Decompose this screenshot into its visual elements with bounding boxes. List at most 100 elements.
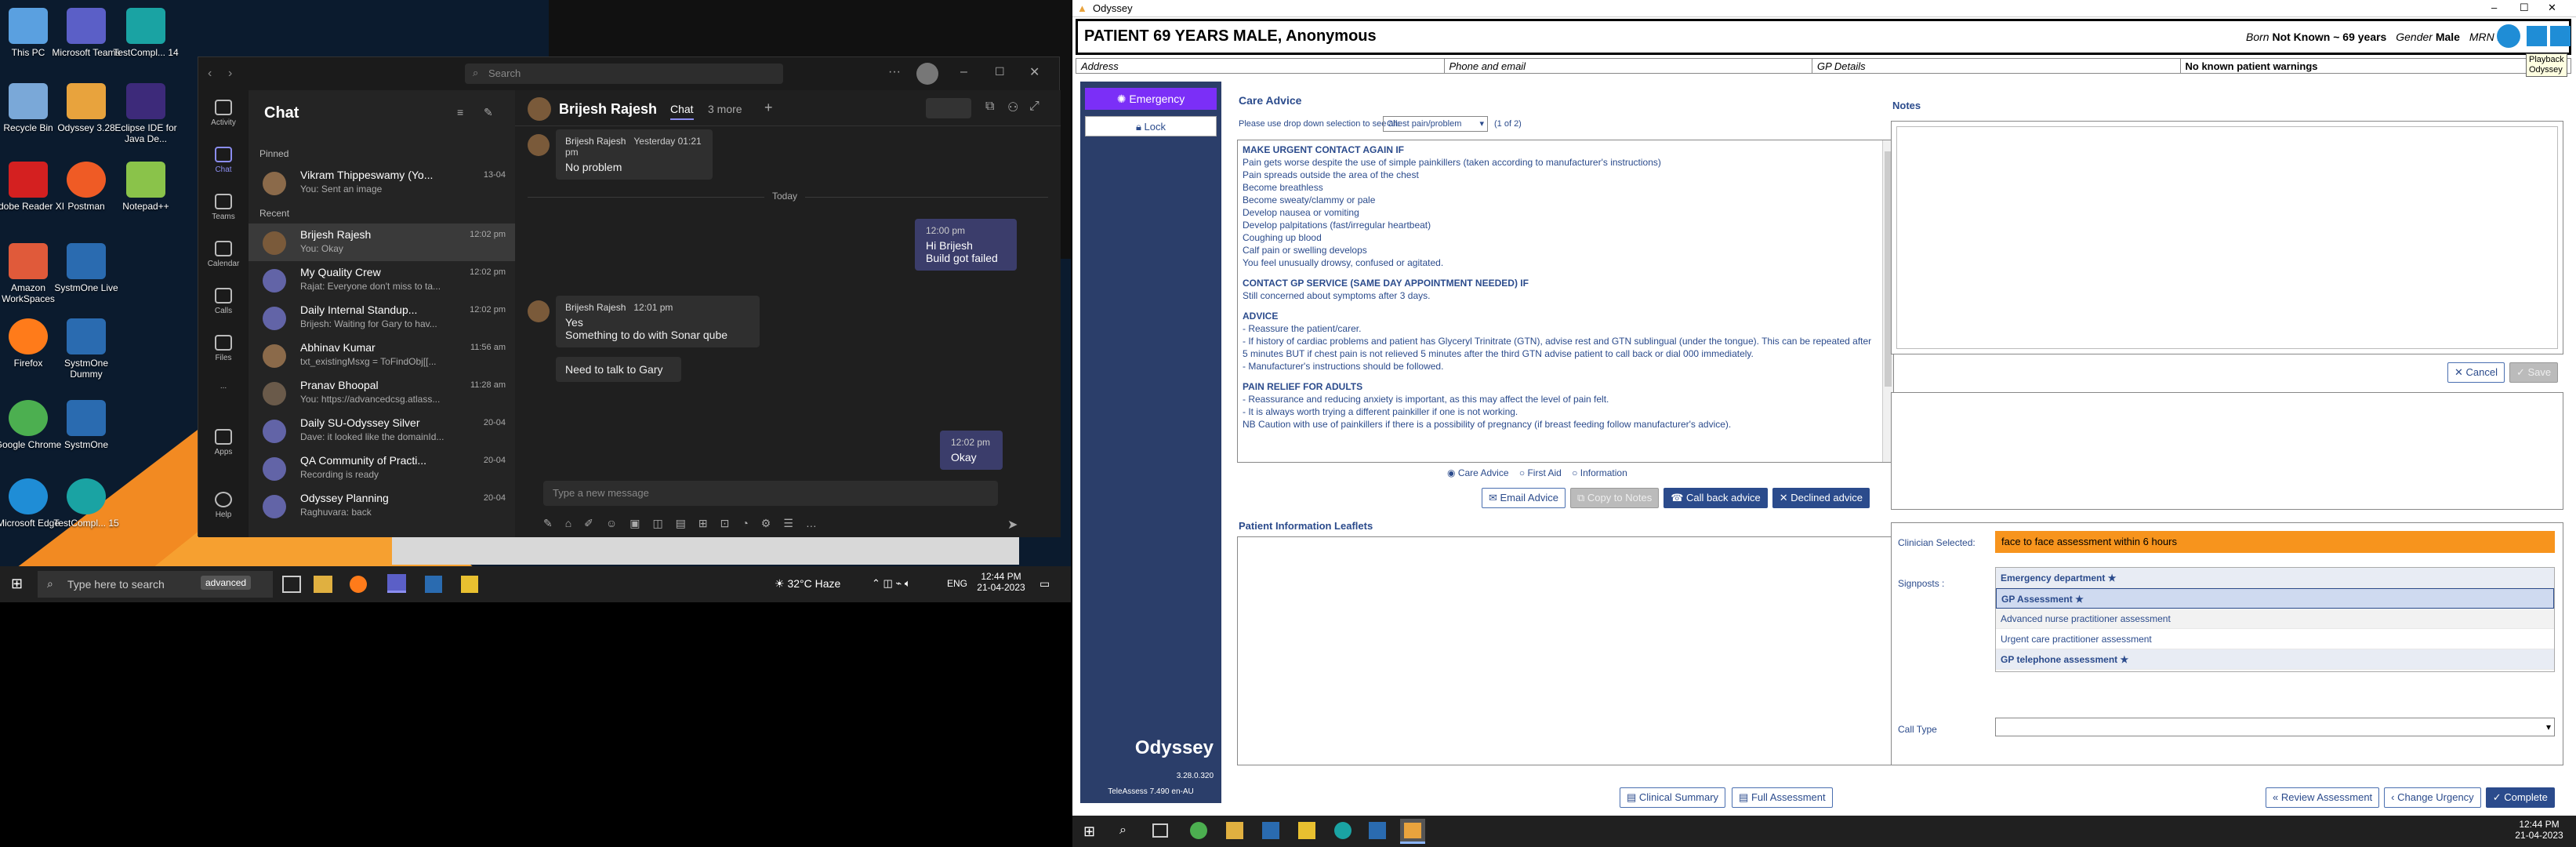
send-icon[interactable]: ➤ [1007, 517, 1018, 533]
windows-start-icon[interactable]: ⊞ [1083, 823, 1095, 840]
maximize-icon[interactable]: ☐ [995, 65, 1005, 78]
firefox-icon[interactable] [350, 576, 367, 593]
tab-chat[interactable]: Chat [670, 103, 694, 120]
chat-item[interactable]: Odyssey Planning Raghuvara: back 20-04 [249, 487, 515, 525]
save-button[interactable]: ✓ Save [2509, 362, 2559, 383]
chat-item[interactable]: My Quality Crew Rajat: Everyone don't mis… [249, 261, 515, 299]
language-indicator[interactable]: ENG [947, 578, 967, 589]
close-icon[interactable]: ✕ [1029, 64, 1039, 80]
search-icon[interactable]: ⌕ [1119, 823, 1127, 838]
compose-toolbar[interactable]: ✎⌂✐☺▣◫▤⊞⊡◔⚙☰… [543, 517, 951, 533]
systmone-icon[interactable] [1369, 822, 1386, 839]
chat-item[interactable]: Pranav Bhoopal You: https://advancedcsg.a… [249, 374, 515, 412]
chat-item[interactable]: Vikram Thippeswamy (Yo... You: Sent an im… [249, 164, 515, 202]
full-assessment-button[interactable]: ▤ Full Assessment [1732, 787, 1833, 808]
leaflets-list[interactable] [1237, 536, 1914, 765]
call-back-advice-button[interactable]: ☎ Call back advice [1664, 488, 1768, 508]
rail-calendar[interactable]: Calendar [198, 231, 249, 278]
call-buttons[interactable] [926, 98, 971, 118]
file-explorer-icon[interactable] [1226, 822, 1243, 839]
teams-taskbar-icon[interactable] [387, 574, 406, 593]
back-arrow-icon[interactable]: ‹ [208, 67, 212, 81]
task-view-icon[interactable] [1152, 823, 1168, 838]
desktop-icon-testcomplete-15[interactable]: TestCompl... 15 [47, 478, 125, 529]
list-item[interactable]: GP Assessment ★ [1996, 588, 2554, 609]
gp-details-field[interactable]: GP Details [1812, 59, 2181, 73]
people-icon[interactable]: ⚇ [1007, 100, 1018, 115]
sticky-notes-icon[interactable] [1298, 822, 1315, 839]
file-explorer-icon[interactable] [314, 576, 332, 593]
chat-item[interactable]: Daily Internal Standup... Brijesh: Waitin… [249, 299, 515, 336]
minimize-icon[interactable]: – [2491, 2, 2497, 13]
filter-icon[interactable]: ≡ [457, 106, 463, 118]
list-item[interactable]: GP telephone assessment ★ [1996, 649, 2554, 670]
maximize-icon[interactable]: ☐ [2520, 2, 2529, 14]
tab-more[interactable]: 3 more [708, 103, 742, 115]
rail-teams[interactable]: Teams [198, 184, 249, 231]
rail-calls[interactable]: Calls [198, 278, 249, 325]
tray-icons[interactable]: ⌃ ◫ ⌁ 🔈︎ [872, 577, 911, 590]
rail-files[interactable]: Files [198, 325, 249, 373]
rail-more[interactable]: ... [198, 373, 249, 420]
declined-advice-button[interactable]: ✕ Declined advice [1772, 488, 1870, 508]
screen-share-icon[interactable]: ⧉ [985, 100, 994, 114]
chat-item[interactable]: Abhinav Kumar txt_existingMsxg = ToFindOb… [249, 336, 515, 374]
list-item[interactable]: Advanced nurse practitioner assessment [1996, 609, 2554, 629]
windows-start-icon[interactable]: ⊞ [11, 576, 23, 592]
weather[interactable]: ☀ 32°C Haze [775, 577, 840, 591]
testcomplete-icon[interactable] [1334, 822, 1351, 839]
app-icon[interactable] [1262, 822, 1279, 839]
list-item[interactable]: Emergency department ★ [1996, 568, 2554, 588]
care-advice-dropdown[interactable]: Chest pain/problem ▾ [1383, 116, 1488, 132]
chrome-icon[interactable] [1190, 822, 1207, 839]
rail-help[interactable]: Help [198, 482, 249, 529]
copy-to-notes-button[interactable]: ⧉ Copy to Notes [1569, 488, 1660, 508]
list-item[interactable]: Urgent care practitioner assessment [1996, 629, 2554, 649]
chat-item[interactable]: Brijesh Rajesh You: Okay 12:02 pm [249, 224, 515, 261]
complete-button[interactable]: ✓ Complete [2485, 787, 2555, 808]
forward-arrow-icon[interactable]: › [228, 67, 232, 81]
desktop-icon-systmone-dummy[interactable]: SystmOne Dummy [47, 318, 125, 380]
secondary-notes-panel[interactable] [1891, 392, 2563, 510]
notification-icon[interactable]: ▭ [1039, 577, 1050, 591]
phone-field[interactable]: Phone and email [1445, 59, 1812, 73]
desktop-icon-systmone-live[interactable]: SystmOne Live [47, 243, 125, 293]
address-field[interactable]: Address [1076, 59, 1445, 73]
lock-button[interactable]: 🔒︎ Lock [1085, 116, 1217, 136]
app-icon[interactable] [425, 576, 442, 593]
clock[interactable]: 12:44 PM 21-04-2023 [975, 571, 1027, 593]
avatar[interactable] [916, 63, 938, 85]
pause-icon[interactable] [2527, 26, 2547, 46]
desktop-icon-eclipse[interactable]: Eclipse IDE for Java De... [107, 83, 185, 144]
clinical-summary-button[interactable]: ▤ Clinical Summary [1620, 787, 1726, 808]
email-advice-button[interactable]: ✉ Email Advice [1482, 488, 1566, 508]
call-type-dropdown[interactable]: ▾ [1995, 718, 2555, 736]
stop-icon[interactable] [2550, 26, 2571, 46]
teams-search-input[interactable]: ⌕ Search [465, 64, 783, 84]
add-tab-icon[interactable]: + [764, 100, 773, 116]
new-chat-icon[interactable]: ✎ [484, 106, 493, 119]
task-view-icon[interactable] [282, 576, 301, 593]
more-icon[interactable]: ··· [888, 65, 901, 79]
radio-information[interactable]: ○ Information [1572, 467, 1627, 478]
rail-chat[interactable]: Chat [198, 137, 249, 184]
compose-input[interactable]: Type a new message [543, 481, 998, 506]
minimize-icon[interactable]: – [960, 65, 967, 79]
close-icon[interactable]: ✕ [2548, 2, 2556, 14]
cancel-button[interactable]: ✕ Cancel [2447, 362, 2505, 383]
popout-icon[interactable]: ⤢ [1029, 100, 1039, 114]
clock[interactable]: 12:44 PM 21-04-2023 [2512, 819, 2567, 841]
rail-apps[interactable]: Apps [198, 420, 249, 467]
desktop-icon-notepadpp[interactable]: Notepad++ [107, 162, 185, 212]
emergency-button[interactable]: ✺ Emergency [1085, 88, 1217, 110]
chat-item[interactable]: Daily SU-Odyssey Silver Dave: it looked l… [249, 412, 515, 449]
clinician-selected[interactable]: face to face assessment within 6 hours [1995, 531, 2555, 553]
odyssey-taskbar-icon[interactable] [1400, 819, 1425, 844]
desktop-icon-systmone[interactable]: SystmOne [47, 400, 125, 450]
review-assessment-button[interactable]: « Review Assessment [2266, 787, 2380, 808]
chat-item[interactable]: QA Community of Practi... Recording is re… [249, 449, 515, 487]
desktop-icon-testcomplete-14[interactable]: TestCompl... 14 [107, 8, 185, 58]
notes-textarea[interactable] [1896, 126, 2558, 349]
rail-activity[interactable]: Activity [198, 90, 249, 137]
sticky-notes-icon[interactable] [461, 576, 478, 593]
